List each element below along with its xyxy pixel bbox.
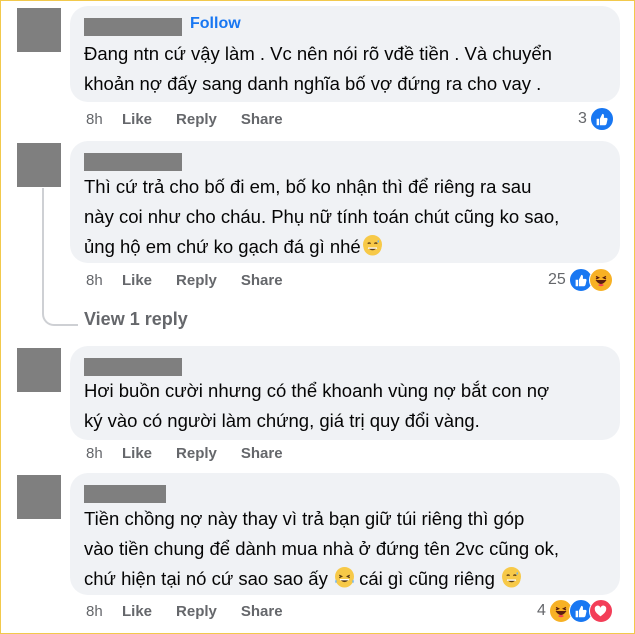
reaction-summary[interactable]: 25 <box>548 268 613 292</box>
reaction-count: 3 <box>578 110 587 127</box>
laughing-tears-emoji-icon <box>334 567 354 588</box>
reply-action[interactable]: Reply <box>176 603 217 620</box>
thread-line <box>42 188 44 314</box>
like-action[interactable]: Like <box>122 111 152 128</box>
redacted-username[interactable] <box>84 153 182 171</box>
redacted-username[interactable] <box>84 485 166 503</box>
comment-text: Tiền chồng nợ này thay vì trả bạn giữ tú… <box>84 504 606 594</box>
avatar[interactable] <box>17 143 61 187</box>
comment-actions: 8h Like Reply Share <box>86 600 307 622</box>
comment-text-part: cái gì cũng riêng <box>353 568 500 589</box>
redacted-username[interactable] <box>84 18 182 36</box>
follow-link[interactable]: Follow <box>190 15 241 33</box>
avatar[interactable] <box>17 8 61 52</box>
share-action[interactable]: Share <box>241 445 283 462</box>
like-reaction-icon <box>589 107 614 131</box>
reply-action[interactable]: Reply <box>176 272 217 289</box>
comment-bubble: Follow Đang ntn cứ vậy làm . Vc nên nói … <box>70 6 620 102</box>
comment-text: Thì cứ trả cho bố đi em, bố ko nhận thì … <box>84 172 606 262</box>
reaction-summary[interactable]: 4 <box>537 599 613 623</box>
comment-text-part: Thì cứ trả cho bố đi em, bố ko nhận thì … <box>84 176 560 257</box>
reply-action[interactable]: Reply <box>176 445 217 462</box>
share-action[interactable]: Share <box>241 603 283 620</box>
like-action[interactable]: Like <box>122 445 152 462</box>
share-action[interactable]: Share <box>241 111 283 128</box>
comment-actions: 8h Like Reply Share <box>86 108 307 130</box>
comment-bubble: Thì cứ trả cho bố đi em, bố ko nhận thì … <box>70 141 620 263</box>
view-replies-link[interactable]: View 1 reply <box>84 309 188 330</box>
reaction-count: 4 <box>537 602 546 619</box>
comment-bubble: Hơi buồn cười nhưng có thể khoanh vùng n… <box>70 346 620 440</box>
grinning-sweat-emoji-icon <box>362 235 382 256</box>
avatar[interactable] <box>17 348 61 392</box>
share-action[interactable]: Share <box>241 272 283 289</box>
reaction-count: 25 <box>548 271 566 288</box>
reply-action[interactable]: Reply <box>176 111 217 128</box>
comment-timestamp[interactable]: 8h <box>86 272 122 289</box>
like-action[interactable]: Like <box>122 272 152 289</box>
reaction-summary[interactable]: 3 <box>578 107 614 131</box>
comment-actions: 8h Like Reply Share <box>86 442 307 464</box>
comment-timestamp[interactable]: 8h <box>86 111 122 128</box>
like-action[interactable]: Like <box>122 603 152 620</box>
comment-actions: 8h Like Reply Share <box>86 269 307 291</box>
comment-bubble: Tiền chồng nợ này thay vì trả bạn giữ tú… <box>70 473 620 595</box>
thread-connector <box>42 312 78 326</box>
comment-timestamp[interactable]: 8h <box>86 445 122 462</box>
comment-text: Hơi buồn cười nhưng có thể khoanh vùng n… <box>84 380 550 431</box>
comment-text: Đang ntn cứ vậy làm . Vc nên nói rõ vđề … <box>84 43 552 94</box>
love-reaction-icon <box>588 599 613 623</box>
avatar[interactable] <box>17 475 61 519</box>
grinning-sweat-emoji-icon <box>502 567 521 588</box>
redacted-username[interactable] <box>84 358 182 376</box>
haha-reaction-icon <box>588 268 613 292</box>
comment-timestamp[interactable]: 8h <box>86 603 122 620</box>
